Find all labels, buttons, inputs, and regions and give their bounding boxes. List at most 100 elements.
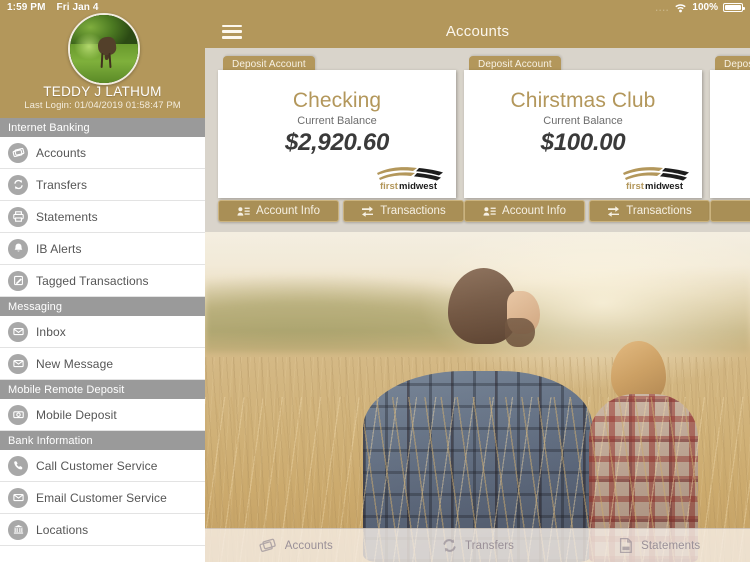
sidebar-item-label: Locations: [36, 522, 89, 537]
sidebar-item-statements[interactable]: Statements: [0, 201, 205, 233]
sidebar-item-label: Tagged Transactions: [36, 273, 149, 288]
user-name: TEDDY J LATHUM: [43, 84, 162, 99]
sidebar-item-new-message[interactable]: New Message: [0, 348, 205, 380]
tab-statements[interactable]: Statements: [568, 529, 750, 562]
balance-label: Current Balance: [543, 115, 623, 127]
section-header-messaging: Messaging: [0, 297, 205, 316]
sidebar-item-locations[interactable]: Locations: [0, 514, 205, 546]
sidebar-item-label: New Message: [36, 356, 114, 371]
tab-transfers[interactable]: Transfers: [387, 529, 569, 562]
sidebar-item-tagged-transactions[interactable]: Tagged Transactions: [0, 265, 205, 297]
sidebar: 1:59 PM Fri Jan 4 TEDDY J LATHUM Last Lo…: [0, 0, 205, 562]
transactions-button[interactable]: Transactions: [589, 200, 710, 222]
sidebar-item-label: Mobile Deposit: [36, 407, 117, 422]
sidebar-item-email-customer-service[interactable]: Email Customer Service: [0, 482, 205, 514]
hamburger-menu-icon[interactable]: [222, 24, 242, 39]
sidebar-item-label: Inbox: [36, 324, 66, 339]
sidebar-item-transfers[interactable]: Transfers: [0, 169, 205, 201]
account-card-actions: [710, 200, 750, 222]
account-cards-carousel[interactable]: Deposit Account Checking Current Balance…: [205, 48, 750, 232]
mobile-banking-app: 1:59 PM Fri Jan 4 TEDDY J LATHUM Last Lo…: [0, 0, 750, 562]
account-card-actions: Account Info Transactions: [218, 200, 464, 222]
sidebar-item-label: Transfers: [36, 177, 88, 192]
hero-background-image: [205, 232, 750, 562]
tab-label: Accounts: [284, 539, 333, 552]
navigation-bar: Accounts: [205, 15, 750, 48]
svg-text:midwest: midwest: [399, 181, 438, 192]
transactions-arrows-icon: [607, 205, 620, 217]
account-info-label: Account Info: [256, 205, 320, 217]
sidebar-item-label: IB Alerts: [36, 241, 82, 256]
account-name: Checking: [292, 89, 382, 112]
account-balance: $100.00: [540, 129, 626, 156]
svg-text:first: first: [380, 181, 399, 192]
firstmidwest-logo: first midwest: [619, 162, 693, 192]
signal-dots-icon: ....: [655, 2, 670, 13]
account-card[interactable]: Deposit Account Chirstmas Club Current B…: [464, 56, 710, 226]
status-bar-right: .... 100%: [205, 0, 750, 15]
sidebar-item-accounts[interactable]: Accounts: [0, 137, 205, 169]
bank-building-icon: [8, 519, 28, 540]
balance-label: Current Balance: [297, 115, 377, 127]
tag-note-icon: [8, 270, 28, 291]
page-title: Accounts: [445, 23, 510, 40]
avatar[interactable]: [68, 13, 140, 85]
top-bar: .... 100% Accounts: [205, 0, 750, 48]
account-balance: $2,920.60: [284, 129, 390, 156]
sidebar-item-label: Email Customer Service: [36, 490, 167, 505]
camera-icon: [8, 404, 28, 425]
sidebar-item-call-customer-service[interactable]: Call Customer Service: [0, 450, 205, 482]
sidebar-item-label: Accounts: [36, 145, 87, 160]
account-name: Chirstmas Club: [510, 89, 656, 112]
section-header-mobile-remote-deposit: Mobile Remote Deposit: [0, 380, 205, 399]
transactions-label: Transactions: [626, 205, 692, 217]
tab-accounts[interactable]: Accounts: [205, 529, 387, 562]
envelope-icon: [8, 487, 28, 508]
bell-icon: [8, 238, 28, 259]
printer-icon: [8, 206, 28, 227]
status-bar-time: 1:59 PM: [7, 2, 46, 13]
cards-icon: [259, 537, 278, 554]
account-card[interactable]: Deposit Account Checking Current Balance…: [218, 56, 464, 226]
battery-percent: 100%: [692, 2, 718, 13]
sidebar-item-label: Statements: [36, 209, 98, 224]
account-card-body: [710, 70, 750, 198]
transactions-button[interactable]: Transactions: [343, 200, 464, 222]
avatar-image: [68, 13, 140, 85]
envelope-icon: [8, 353, 28, 374]
account-card[interactable]: Deposit Account: [710, 56, 750, 226]
transactions-arrows-icon: [361, 205, 374, 217]
firstmidwest-logo: first midwest: [373, 162, 447, 192]
bottom-tab-bar: Accounts Transfers Statements: [205, 528, 750, 562]
account-card-body: Chirstmas Club Current Balance $100.00 f…: [464, 70, 702, 198]
account-info-button[interactable]: Account Info: [464, 200, 585, 222]
cards-icon: [8, 142, 28, 163]
tab-label: Transfers: [464, 539, 515, 552]
status-bar-date: Fri Jan 4: [56, 2, 99, 13]
account-info-button[interactable]: [710, 200, 750, 222]
account-card-actions: Account Info Transactions: [464, 200, 710, 222]
circular-arrows-icon: [441, 537, 458, 554]
sidebar-item-ib-alerts[interactable]: IB Alerts: [0, 233, 205, 265]
section-header-bank-information: Bank Information: [0, 431, 205, 450]
battery-full-icon: [723, 3, 745, 12]
wifi-icon: [674, 3, 687, 13]
svg-text:midwest: midwest: [645, 181, 684, 192]
sidebar-header: 1:59 PM Fri Jan 4 TEDDY J LATHUM Last Lo…: [0, 0, 205, 118]
sidebar-item-inbox[interactable]: Inbox: [0, 316, 205, 348]
sidebar-menu: Internet Banking Accounts Transfers Stat…: [0, 118, 205, 562]
last-login-text: Last Login: 01/04/2019 01:58:47 PM: [24, 100, 181, 111]
account-info-button[interactable]: Account Info: [218, 200, 339, 222]
account-info-icon: [483, 206, 496, 217]
sidebar-item-mobile-deposit[interactable]: Mobile Deposit: [0, 399, 205, 431]
transactions-label: Transactions: [380, 205, 446, 217]
section-header-internet-banking: Internet Banking: [0, 118, 205, 137]
phone-icon: [8, 455, 28, 476]
main-content: .... 100% Accounts Deposit Account Check…: [205, 0, 750, 562]
tab-label: Statements: [641, 539, 701, 552]
account-info-label: Account Info: [502, 205, 566, 217]
account-card-body: Checking Current Balance $2,920.60 first: [218, 70, 456, 198]
pdf-document-icon: [618, 537, 634, 554]
sidebar-item-label: Call Customer Service: [36, 458, 158, 473]
account-info-icon: [237, 206, 250, 217]
